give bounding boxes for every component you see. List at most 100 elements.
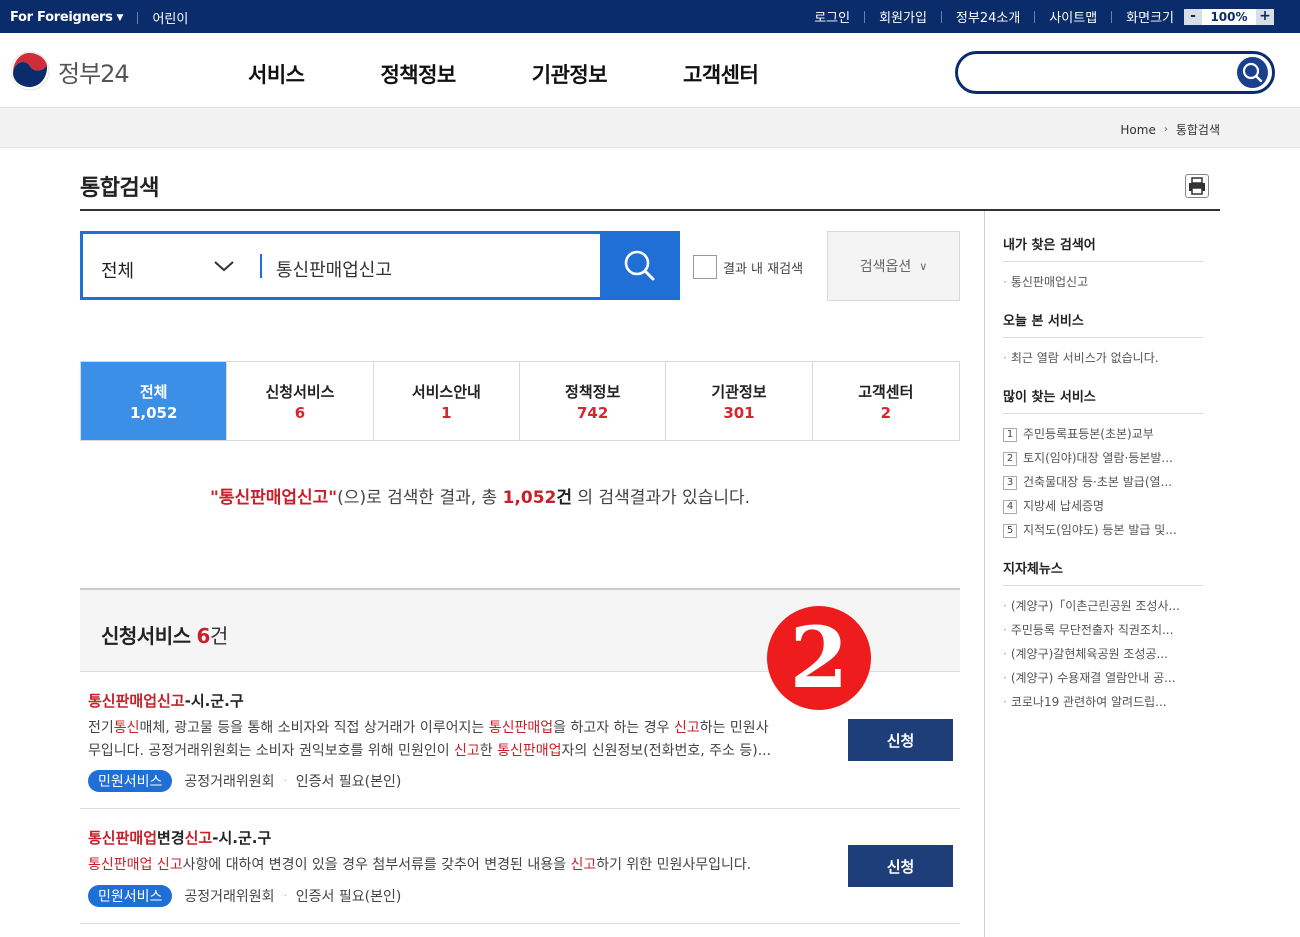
signup-link[interactable]: 회원가입 <box>879 7 927 26</box>
divider <box>137 11 139 24</box>
text: 무입니다. 공정거래위원회는 소비자 권익보호를 위해 민원인이 <box>88 743 455 759</box>
print-button[interactable] <box>1185 174 1209 198</box>
kids-link[interactable]: 어린이 <box>152 8 188 27</box>
recent-search-item[interactable]: · 통신판매업신고 <box>1003 270 1203 294</box>
nav-policy[interactable]: 정책정보 <box>380 59 456 89</box>
nav-support[interactable]: 고객센터 <box>683 59 759 89</box>
search-options-button[interactable]: 검색옵션 ∨ <box>827 231 960 301</box>
tab-service-guide[interactable]: 서비스안내 1 <box>374 362 520 440</box>
tab-count: 1,052 <box>129 403 178 422</box>
breadcrumb-current: 통합검색 <box>1175 123 1220 137</box>
rank-badge: 2 <box>1003 451 1017 466</box>
popular-service-item[interactable]: 4 지방세 납세증명 <box>1003 494 1203 518</box>
for-foreigners-link[interactable]: For Foreigners <box>10 10 113 25</box>
item-label: 코로나19 관련하여 알려드립... <box>1010 695 1167 709</box>
header-search-button[interactable] <box>1237 57 1268 88</box>
highlight: 신고 <box>454 743 480 759</box>
result-title-highlight: 신고 <box>184 829 213 847</box>
highlight: 신고 <box>570 857 597 873</box>
separator-dot: · <box>283 775 287 787</box>
tab-agency[interactable]: 기관정보 301 <box>666 362 813 440</box>
chevron-down-icon[interactable] <box>211 256 237 276</box>
breadcrumb-home[interactable]: Home <box>1120 123 1155 137</box>
highlight: 신고 <box>673 720 700 736</box>
zoom-in-button[interactable]: + <box>1256 8 1274 25</box>
checkbox[interactable] <box>693 255 717 279</box>
news-item[interactable]: · (계양구) 수용재결 열람안내 공... <box>1003 666 1203 690</box>
popular-service-item[interactable]: 1 주민등록표등본(초본)교부 <box>1003 422 1203 446</box>
login-link[interactable]: 로그인 <box>814 7 850 26</box>
search-category-select[interactable]: 전체 <box>101 257 134 283</box>
panel-title: 지자체뉴스 <box>1003 558 1203 586</box>
highlight: 통신 <box>113 720 140 736</box>
summary-unit: 건 <box>556 488 572 508</box>
bullet: · <box>1003 647 1007 661</box>
zoom-label: 화면크기 <box>1126 11 1174 26</box>
result-title-text: 변경 <box>157 829 185 847</box>
divider <box>1034 10 1036 23</box>
nav-services[interactable]: 서비스 <box>248 59 305 89</box>
summary-total: 1,052 <box>502 488 557 508</box>
title-divider <box>80 209 1220 211</box>
header-search-input[interactable] <box>955 51 1275 94</box>
news-item[interactable]: · (계양구)「이촌근린공원 조성사... <box>1003 594 1203 618</box>
item-label: (계양구)갈현체육공원 조성공... <box>1010 647 1168 661</box>
highlight: 통신판매업 신고 <box>88 857 183 873</box>
breadcrumb: Home › 통합검색 <box>1120 121 1220 138</box>
section-count: 6 <box>196 624 211 648</box>
text: 을 하고자 하는 경우 <box>553 720 674 736</box>
result-item: 통신판매업신고-시.군.구 전기통신매체, 광고물 등을 통해 소비자와 직접 … <box>80 672 960 809</box>
main-nav: 서비스 정책정보 기관정보 고객센터 <box>248 59 834 89</box>
nav-agency[interactable]: 기관정보 <box>532 59 608 89</box>
text: 하기 위한 민원사무입니다. <box>596 857 752 873</box>
tab-policy[interactable]: 정책정보 742 <box>520 362 667 440</box>
result-title-highlight: 통신판매업신고 <box>88 692 185 710</box>
rank-badge: 4 <box>1003 499 1017 514</box>
service-type-tag[interactable]: 민원서비스 <box>88 770 173 792</box>
bullet: · <box>1003 623 1007 637</box>
zoom-out-button[interactable]: - <box>1184 8 1202 25</box>
tab-support[interactable]: 고객센터 2 <box>813 362 959 440</box>
about-link[interactable]: 정부24소개 <box>956 7 1020 26</box>
zoom-value: 100% <box>1202 8 1256 25</box>
tab-count: 6 <box>294 403 306 422</box>
research-checkbox[interactable]: 결과 내 재검색 <box>693 255 803 279</box>
news-item[interactable]: · (계양구)갈현체육공원 조성공... <box>1003 642 1203 666</box>
tab-label: 서비스안내 <box>411 382 481 401</box>
search-input[interactable]: 통신판매업신고 <box>276 256 392 282</box>
section-unit: 건 <box>209 624 228 648</box>
summary-keyword: "통신판매업신고" <box>209 488 338 508</box>
description-line: 무입니다. 공정거래위원회는 소비자 권익보호를 위해 민원인이 신고한 통신판… <box>88 740 828 763</box>
tab-apply-services[interactable]: 신청서비스 6 <box>227 362 374 440</box>
result-org: 공정거래위원회 <box>184 889 275 905</box>
site-logo[interactable]: 정부24 <box>10 51 130 91</box>
utility-bar: For Foreigners ▼ 어린이 로그인 회원가입 정부24소개 사이트… <box>0 0 1300 33</box>
search-button[interactable] <box>600 231 680 300</box>
item-label: 최근 열람 서비스가 없습니다. <box>1010 351 1159 365</box>
item-label: 건축물대장 등·초본 발급(열... <box>1023 475 1173 489</box>
popular-service-item[interactable]: 3 건축물대장 등·초본 발급(열... <box>1003 470 1203 494</box>
zoom-control: - 100% + <box>1184 8 1274 25</box>
tab-all[interactable]: 전체 1,052 <box>81 362 228 440</box>
news-item[interactable]: · 주민등록 무단전출자 직권조치... <box>1003 618 1203 642</box>
result-title[interactable]: 통신판매업신고-시.군.구 <box>88 690 244 711</box>
sitemap-link[interactable]: 사이트맵 <box>1049 7 1097 26</box>
apply-button[interactable]: 신청 <box>848 719 953 761</box>
popular-service-item[interactable]: 5 지적도(임야도) 등본 발급 및... <box>1003 518 1203 542</box>
highlight: 통신판매업 <box>488 720 554 736</box>
popular-service-item[interactable]: 2 토지(임야)대장 열람·등본발... <box>1003 446 1203 470</box>
search-divider <box>260 254 262 278</box>
separator-dot: · <box>283 890 287 902</box>
result-title[interactable]: 통신판매업변경신고-시.군.구 <box>88 827 271 848</box>
text: 사항에 대하여 변경이 있을 경우 첨부서류를 갖추어 변경된 내용을 <box>182 857 571 873</box>
apply-button[interactable]: 신청 <box>848 845 953 887</box>
summary-text: (으)로 검색한 결과, 총 <box>337 488 503 508</box>
result-title-highlight: 통신판매업 <box>88 829 158 847</box>
breadcrumb-band: Home › 통합검색 <box>0 108 1300 148</box>
news-item[interactable]: · 코로나19 관련하여 알려드립... <box>1003 690 1203 714</box>
result-item: 통신판매업변경신고-시.군.구 통신판매업 신고사항에 대하여 변경이 있을 경… <box>80 809 960 924</box>
result-title-rest: -시.군.구 <box>184 692 244 710</box>
site-header: 정부24 서비스 정책정보 기관정보 고객센터 <box>0 33 1300 108</box>
text: 하는 민원사 <box>699 720 769 736</box>
service-type-tag[interactable]: 민원서비스 <box>88 885 173 907</box>
